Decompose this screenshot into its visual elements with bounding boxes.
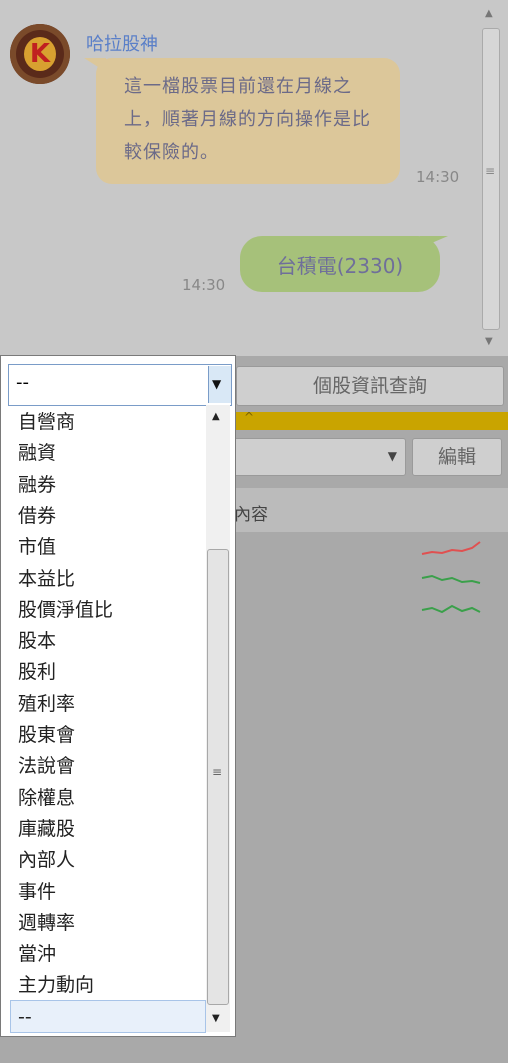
- user-message-time: 14:30: [182, 276, 226, 294]
- dropdown-option[interactable]: --: [18, 1002, 32, 1032]
- dropdown-option[interactable]: 融資: [18, 438, 56, 468]
- dropdown-list: 自營商 融資 融券 借券 市值 本益比 股價淨值比 股本 股利 殖利率 股東會 法說會 除權息 庫藏股 內部…: [8, 405, 206, 1031]
- dropdown-option[interactable]: 借券: [18, 501, 56, 531]
- scroll-down-icon[interactable]: ▼: [212, 1013, 220, 1024]
- scroll-down-icon[interactable]: ▼: [485, 336, 493, 347]
- filter-select[interactable]: ▼: [232, 438, 406, 476]
- grip-icon: ≡: [212, 765, 223, 779]
- sparkline-green-2: [421, 604, 481, 614]
- dropdown-option[interactable]: 股利: [18, 657, 56, 687]
- sparklines: [421, 541, 481, 614]
- scroll-thumb[interactable]: [482, 28, 500, 330]
- dropdown-option[interactable]: 內部人: [18, 845, 75, 875]
- user-message-text: 台積電(2330): [276, 254, 404, 278]
- grip-icon: ≡: [485, 164, 496, 178]
- dropdown-option[interactable]: 市值: [18, 532, 56, 562]
- dropdown-option[interactable]: 週轉率: [18, 908, 75, 938]
- chevron-down-icon: ▼: [387, 449, 397, 463]
- avatar-letter: K: [24, 37, 56, 71]
- stock-info-query-button[interactable]: 個股資訊查詢: [236, 366, 504, 406]
- bot-avatar: K: [10, 24, 70, 84]
- caret-up-icon[interactable]: ^: [244, 410, 254, 424]
- bot-message-time: 14:30: [416, 168, 460, 186]
- edit-button[interactable]: 編輯: [412, 438, 502, 476]
- sender-name: 哈拉股神: [86, 34, 158, 55]
- dropdown-option[interactable]: 股本: [18, 626, 56, 656]
- bot-message-text: 這一檔股票目前還在月線之上，順著月線的方向操作是比較保險的。: [124, 76, 371, 163]
- dropdown-option[interactable]: 除權息: [18, 783, 75, 813]
- dropdown-option[interactable]: 股價淨值比: [18, 595, 113, 625]
- dropdown-option[interactable]: 股東會: [18, 720, 75, 750]
- dropdown-scrollbar[interactable]: ▲ ≡ ▼: [206, 405, 230, 1032]
- sparkline-red: [421, 541, 481, 555]
- column-content-header: 內容: [234, 505, 268, 525]
- dropdown-option[interactable]: 當沖: [18, 939, 56, 969]
- collapse-bar[interactable]: [232, 412, 508, 430]
- dropdown-option[interactable]: 自營商: [18, 407, 75, 437]
- dropdown-option[interactable]: 本益比: [18, 564, 75, 594]
- chat-scrollbar[interactable]: ▲ ≡ ▼: [480, 0, 502, 354]
- dropdown-option[interactable]: 主力動向: [18, 970, 94, 1000]
- dropdown-option[interactable]: 融券: [18, 470, 56, 500]
- combobox-value: --: [16, 372, 29, 393]
- table-header: [232, 488, 508, 532]
- dropdown-option[interactable]: 殖利率: [18, 689, 75, 719]
- dropdown-option[interactable]: 法說會: [18, 751, 75, 781]
- chevron-down-icon: ▼: [212, 377, 222, 391]
- scroll-up-icon[interactable]: ▲: [212, 411, 220, 422]
- scroll-up-icon[interactable]: ▲: [485, 8, 493, 19]
- dropdown-option[interactable]: 庫藏股: [18, 814, 75, 844]
- sparkline-green-1: [421, 574, 481, 584]
- category-combobox[interactable]: [8, 364, 232, 406]
- dropdown-option[interactable]: 事件: [18, 877, 56, 907]
